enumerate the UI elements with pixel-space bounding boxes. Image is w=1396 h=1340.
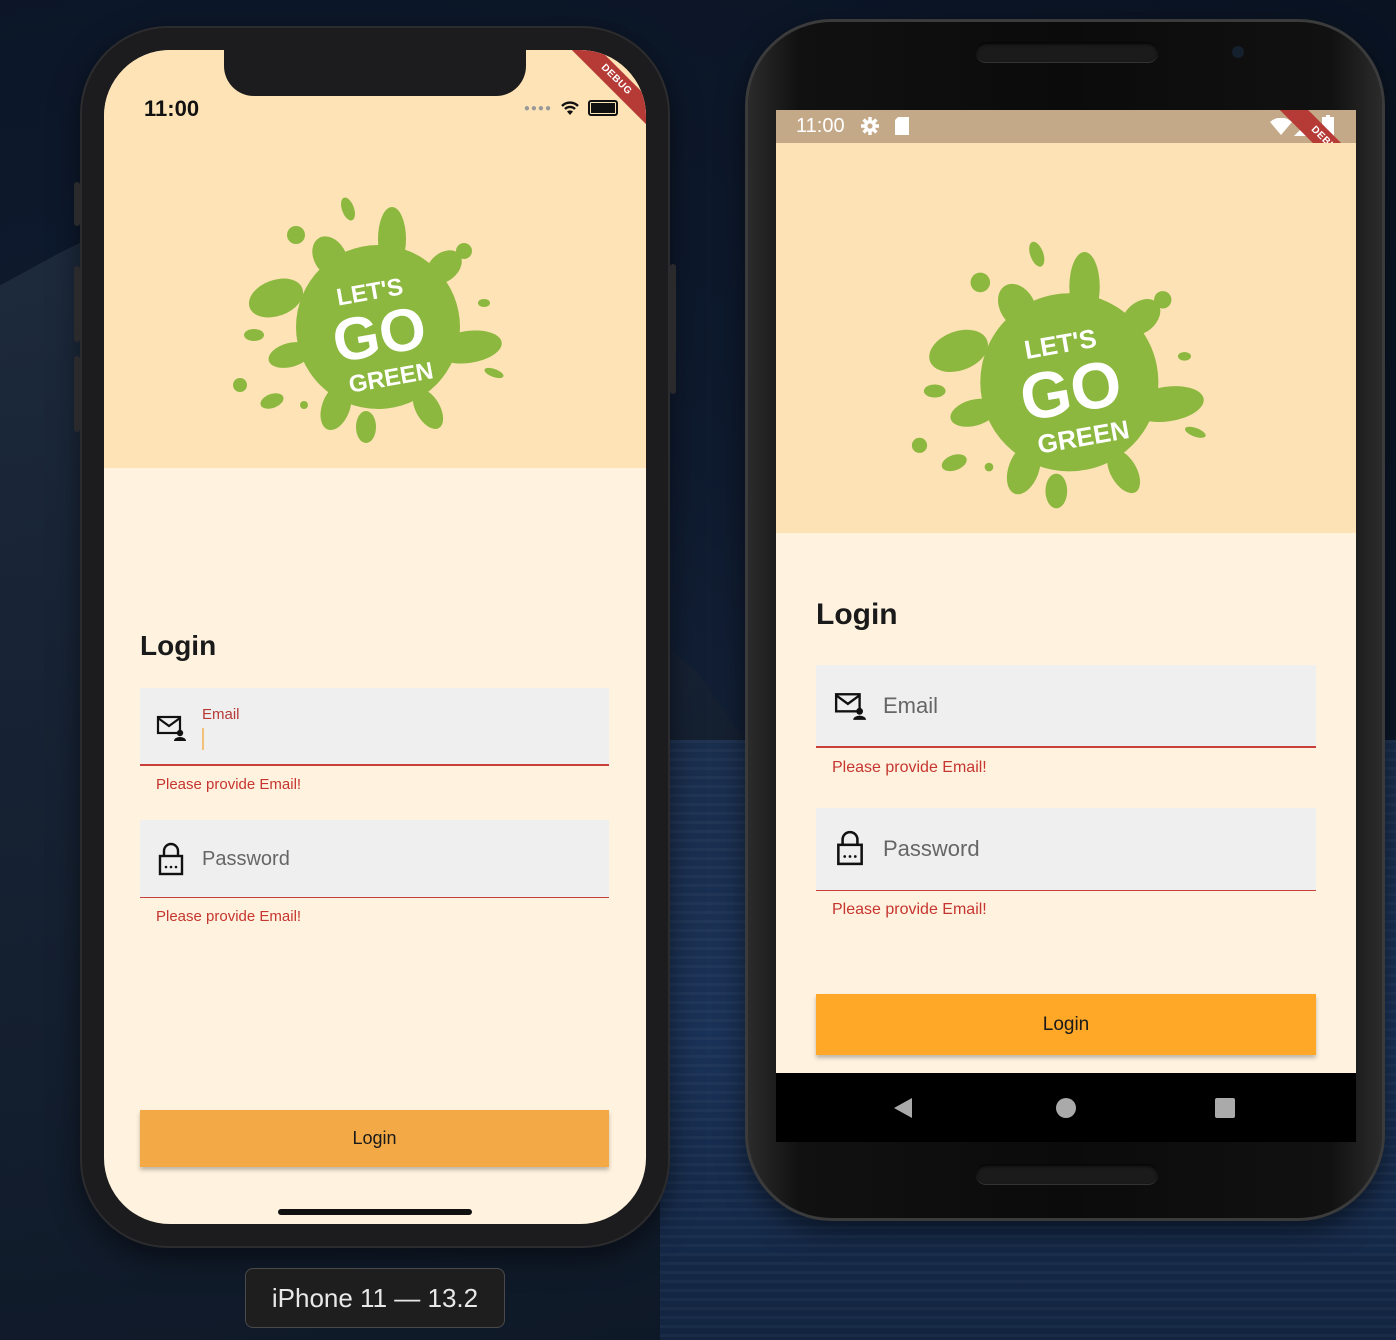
lets-go-green-logo: LET'S GO GREEN bbox=[911, 241, 1206, 509]
text-caret bbox=[202, 728, 204, 750]
login-button[interactable]: Login bbox=[140, 1110, 609, 1167]
mute-switch bbox=[74, 182, 80, 226]
recents-icon[interactable] bbox=[1214, 1097, 1236, 1119]
login-button[interactable]: Login bbox=[816, 994, 1316, 1055]
password-underline bbox=[816, 890, 1316, 891]
email-error-text: Please provide Email! bbox=[832, 759, 987, 776]
navigation-bar bbox=[776, 1073, 1356, 1142]
email-account-icon bbox=[156, 715, 186, 741]
lock-icon bbox=[837, 830, 863, 866]
notch bbox=[224, 50, 526, 96]
status-icons: ●●●● bbox=[524, 100, 618, 116]
status-time: 11:00 bbox=[796, 115, 845, 137]
volume-down-button bbox=[74, 356, 80, 432]
iphone-simulator: LET'S GO GREEN 11:00 ●●●● DEBUG Login Em… bbox=[74, 26, 676, 1248]
email-account-icon bbox=[834, 693, 866, 720]
front-camera bbox=[1232, 46, 1244, 58]
top-speaker bbox=[976, 42, 1158, 62]
password-error-text: Please provide Email! bbox=[156, 908, 302, 925]
lets-go-green-logo: LET'S GO GREEN bbox=[233, 197, 504, 443]
simulator-device-label: iPhone 11 — 13.2 bbox=[245, 1268, 505, 1328]
wifi-icon bbox=[561, 101, 579, 115]
settings-gear-icon bbox=[861, 117, 879, 135]
email-placeholder: Email bbox=[883, 693, 939, 718]
home-indicator[interactable] bbox=[278, 1209, 472, 1215]
status-time: 11:00 bbox=[144, 96, 200, 121]
android-emulator: 11:00 DEBUG LET'S GO GREEN Login Email P… bbox=[748, 22, 1382, 1218]
email-field[interactable]: Email bbox=[816, 665, 1316, 748]
bottom-speaker bbox=[976, 1164, 1158, 1184]
battery-icon bbox=[588, 100, 618, 116]
android-screen: 11:00 DEBUG LET'S GO GREEN Login Email P… bbox=[776, 110, 1356, 1142]
login-title: Login bbox=[816, 598, 898, 631]
password-placeholder: Password bbox=[202, 848, 290, 870]
volume-up-button bbox=[74, 266, 80, 342]
signal-icon: ●●●● bbox=[523, 102, 552, 114]
power-button bbox=[670, 264, 676, 394]
email-field[interactable]: Email bbox=[140, 688, 609, 766]
password-field[interactable]: Password bbox=[816, 808, 1316, 891]
ios-screen: LET'S GO GREEN 11:00 ●●●● DEBUG Login Em… bbox=[104, 50, 646, 1224]
home-icon[interactable] bbox=[1055, 1097, 1077, 1119]
login-title: Login bbox=[140, 630, 217, 661]
wifi-icon bbox=[1270, 118, 1292, 135]
lock-icon bbox=[158, 842, 184, 876]
sd-card-icon bbox=[895, 117, 909, 135]
back-icon[interactable] bbox=[892, 1097, 914, 1119]
header-banner: LET'S GO GREEN bbox=[776, 143, 1356, 533]
password-field[interactable]: Password bbox=[140, 820, 609, 898]
email-floating-label: Email bbox=[202, 706, 240, 723]
password-error-text: Please provide Email! bbox=[832, 901, 987, 918]
status-bar: 11:00 bbox=[776, 110, 1356, 143]
email-error-text: Please provide Email! bbox=[156, 776, 302, 793]
password-placeholder: Password bbox=[883, 836, 980, 861]
password-underline bbox=[140, 897, 609, 898]
email-underline bbox=[816, 746, 1316, 748]
email-underline bbox=[140, 764, 609, 766]
